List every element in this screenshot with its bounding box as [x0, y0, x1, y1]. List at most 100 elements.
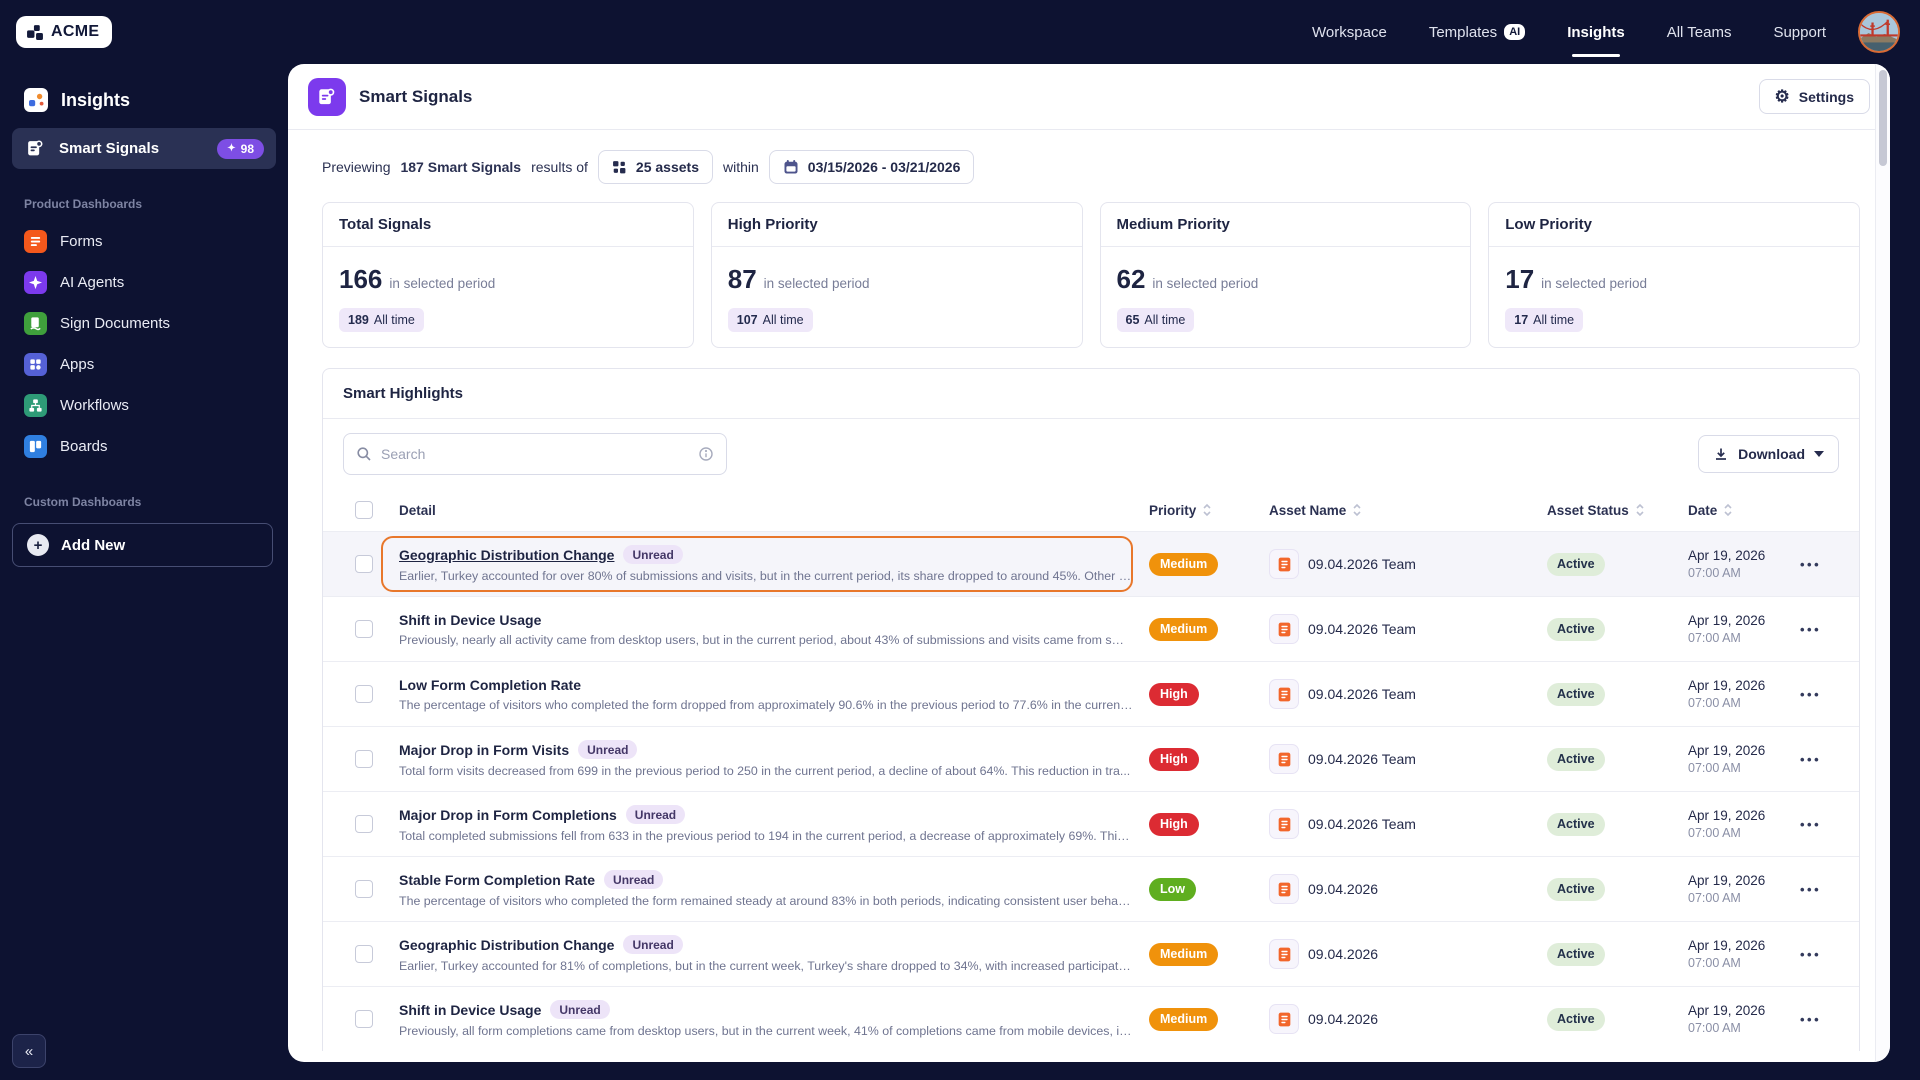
signal-date: Apr 19, 2026 — [1688, 678, 1800, 693]
acme-logo[interactable]: ACME — [16, 16, 112, 48]
signal-title[interactable]: Shift in Device Usage — [399, 612, 541, 628]
topnav-link-support[interactable]: Support — [1773, 14, 1826, 51]
select-all-checkbox[interactable] — [355, 501, 373, 519]
table-row[interactable]: Shift in Device Usage Previously, nearly… — [323, 596, 1859, 661]
sidebar-item-workflows[interactable]: Workflows — [0, 385, 288, 426]
scrollbar-thumb[interactable] — [1879, 70, 1887, 166]
forms-icon — [24, 230, 47, 253]
assets-filter-button[interactable]: 25 assets — [598, 150, 713, 184]
golden-gate-bridge-photo — [1860, 13, 1898, 51]
sidebar-item-boards[interactable]: Boards — [0, 426, 288, 467]
row-menu-button[interactable] — [1800, 557, 1843, 572]
priority-badge: Medium — [1149, 943, 1218, 966]
column-asset-name[interactable]: Asset Name — [1269, 503, 1547, 518]
table-row[interactable]: Geographic Distribution Change Unread Ea… — [323, 531, 1859, 596]
user-avatar[interactable] — [1858, 11, 1900, 53]
row-menu-button[interactable] — [1800, 817, 1843, 832]
column-asset-status[interactable]: Asset Status — [1547, 503, 1688, 518]
unread-badge: Unread — [626, 805, 685, 824]
column-priority[interactable]: Priority — [1149, 503, 1269, 518]
unread-badge: Unread — [550, 1000, 609, 1019]
topnav-link-templates[interactable]: Templates AI — [1429, 14, 1525, 51]
topnav-link-all-teams[interactable]: All Teams — [1667, 14, 1732, 51]
priority-badge: High — [1149, 813, 1199, 836]
gear-icon: ⚙ — [1775, 88, 1790, 105]
asset-name: 09.04.2026 Team — [1308, 556, 1416, 572]
table-row[interactable]: Shift in Device Usage Unread Previously,… — [323, 986, 1859, 1051]
asset-name: 09.04.2026 Team — [1308, 816, 1416, 832]
sidebar-item-apps[interactable]: Apps — [0, 344, 288, 385]
smart-highlights-title: Smart Highlights — [323, 369, 1859, 419]
sidebar-item-label: Smart Signals — [59, 140, 205, 157]
smart-signals-icon — [24, 137, 47, 160]
signal-title[interactable]: Major Drop in Form Completions — [399, 807, 617, 823]
sort-icon — [1723, 503, 1733, 517]
unread-badge: Unread — [578, 740, 637, 759]
table-header: Detail Priority Asset Name Asset Status … — [323, 489, 1859, 531]
signal-title[interactable]: Shift in Device Usage — [399, 1002, 541, 1018]
calendar-icon — [783, 159, 799, 175]
signal-title[interactable]: Geographic Distribution Change — [399, 937, 614, 953]
priority-badge: Low — [1149, 878, 1196, 901]
signal-title[interactable]: Major Drop in Form Visits — [399, 742, 569, 758]
form-asset-icon — [1269, 809, 1299, 839]
sign-documents-icon — [24, 312, 47, 335]
add-new-button[interactable]: Add New — [12, 523, 273, 567]
row-checkbox[interactable] — [355, 815, 373, 833]
signal-title[interactable]: Stable Form Completion Rate — [399, 872, 595, 888]
row-menu-button[interactable] — [1800, 882, 1843, 897]
table-row[interactable]: Major Drop in Form Visits Unread Total f… — [323, 726, 1859, 791]
download-button[interactable]: Download — [1698, 435, 1839, 473]
signal-description: The percentage of visitors who completed… — [399, 698, 1133, 712]
sidebar-item-sign-documents[interactable]: Sign Documents — [0, 303, 288, 344]
download-icon — [1713, 446, 1729, 462]
preview-summary: Previewing 187 Smart Signals results of … — [322, 150, 1870, 184]
topnav-link-insights[interactable]: Insights — [1567, 14, 1625, 51]
asset-status-badge: Active — [1547, 683, 1605, 706]
row-checkbox[interactable] — [355, 880, 373, 898]
row-menu-button[interactable] — [1800, 687, 1843, 702]
sidebar-item-ai-agents[interactable]: AI Agents — [0, 262, 288, 303]
settings-button[interactable]: ⚙ Settings — [1759, 79, 1870, 114]
stat-title: Total Signals — [323, 203, 693, 247]
form-asset-icon — [1269, 1004, 1299, 1034]
signal-description: Earlier, Turkey accounted for 81% of com… — [399, 959, 1133, 973]
panel-scrollbar[interactable] — [1875, 64, 1890, 1062]
collapse-sidebar-button[interactable]: « — [12, 1034, 46, 1068]
row-checkbox[interactable] — [355, 945, 373, 963]
smart-signals-count-badge: 98 — [217, 139, 264, 159]
row-menu-button[interactable] — [1800, 752, 1843, 767]
row-menu-button[interactable] — [1800, 622, 1843, 637]
column-detail: Detail — [399, 503, 1149, 518]
table-row[interactable]: Geographic Distribution Change Unread Ea… — [323, 921, 1859, 986]
row-checkbox[interactable] — [355, 555, 373, 573]
signal-date: Apr 19, 2026 — [1688, 873, 1800, 888]
date-range-button[interactable]: 03/15/2026 - 03/21/2026 — [769, 150, 975, 184]
sidebar-item-forms[interactable]: Forms — [0, 221, 288, 262]
asset-name: 09.04.2026 Team — [1308, 686, 1416, 702]
form-asset-icon — [1269, 614, 1299, 644]
column-date[interactable]: Date — [1688, 503, 1800, 518]
row-menu-button[interactable] — [1800, 947, 1843, 962]
topnav-link-workspace[interactable]: Workspace — [1312, 14, 1387, 51]
row-checkbox[interactable] — [355, 620, 373, 638]
workflows-icon — [24, 394, 47, 417]
sidebar-item-smart-signals[interactable]: Smart Signals 98 — [12, 128, 276, 169]
table-row[interactable]: Major Drop in Form Completions Unread To… — [323, 791, 1859, 856]
row-checkbox[interactable] — [355, 685, 373, 703]
signal-date: Apr 19, 2026 — [1688, 613, 1800, 628]
table-row[interactable]: Stable Form Completion Rate Unread The p… — [323, 856, 1859, 921]
row-checkbox[interactable] — [355, 1010, 373, 1028]
signal-date: Apr 19, 2026 — [1688, 743, 1800, 758]
ai-badge: AI — [1504, 24, 1525, 40]
signal-title[interactable]: Geographic Distribution Change — [399, 547, 614, 563]
table-row[interactable]: Low Form Completion Rate The percentage … — [323, 661, 1859, 726]
search-input[interactable] — [381, 446, 689, 462]
row-menu-button[interactable] — [1800, 1012, 1843, 1027]
unread-badge: Unread — [623, 545, 682, 564]
signal-title[interactable]: Low Form Completion Rate — [399, 677, 581, 693]
stat-card: Medium Priority 62in selected period 65A… — [1100, 202, 1472, 348]
table-body: Geographic Distribution Change Unread Ea… — [323, 531, 1859, 1051]
row-checkbox[interactable] — [355, 750, 373, 768]
section-label-product-dashboards: Product Dashboards — [24, 197, 264, 211]
